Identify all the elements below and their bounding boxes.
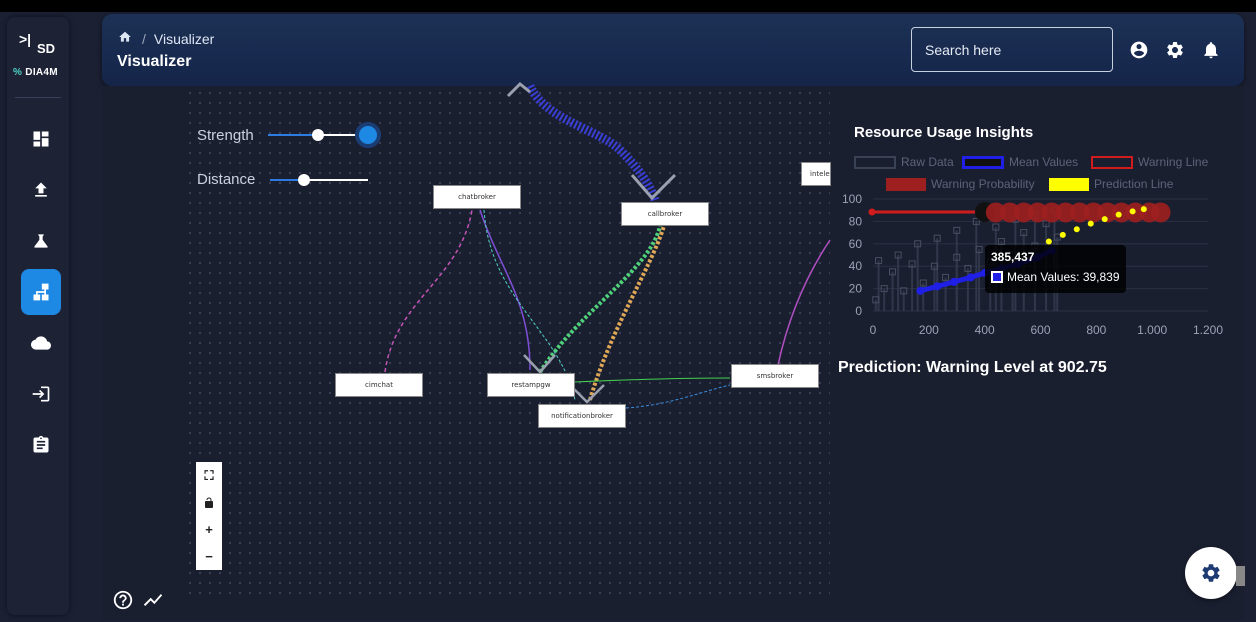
chart-title: Resource Usage Insights (854, 124, 1034, 141)
sidebar-item-visualizer[interactable] (21, 269, 61, 315)
prediction-text: Prediction: Warning Level at 902.75 (838, 359, 1107, 376)
brand-name: % DIA4M (13, 67, 58, 78)
account-icon[interactable] (1129, 40, 1149, 60)
page-title: Visualizer (117, 53, 192, 70)
zoom-in-button[interactable]: + (196, 516, 222, 543)
lock-icon (205, 497, 213, 508)
help-icon[interactable] (112, 589, 134, 611)
tooltip-title: 385,437 (991, 250, 1035, 264)
legend-prediction-line[interactable]: Prediction Line (1049, 177, 1173, 191)
breadcrumb-current[interactable]: Visualizer (154, 31, 214, 47)
breadcrumb-separator: / (142, 30, 146, 47)
analytics-icon[interactable] (142, 589, 164, 611)
node-smsbroker[interactable]: smsbroker (731, 364, 819, 388)
sidebar-item-reports[interactable] (21, 422, 61, 468)
distance-label: Distance (197, 171, 256, 188)
flask-icon (34, 234, 48, 248)
node-callbroker[interactable]: callbroker (621, 202, 709, 226)
strength-label: Strength (197, 127, 254, 144)
sidebar-item-login[interactable] (21, 371, 61, 417)
sidebar-item-dashboard[interactable] (21, 116, 61, 162)
dashboard-icon (33, 131, 49, 147)
legend-raw-data[interactable]: Raw Data (854, 155, 954, 169)
tooltip-body: Mean Values: 39,839 (991, 270, 1120, 284)
sidebar-divider (15, 97, 61, 98)
node-cimchat[interactable]: cimchat (335, 373, 423, 397)
hierarchy-icon (33, 283, 49, 301)
top-header: / Visualizer Visualizer (102, 14, 1244, 86)
drawer-tab[interactable] (1236, 566, 1245, 586)
zoom-controls: ⛶ + − (196, 462, 222, 570)
zoom-out-button[interactable]: − (196, 543, 222, 570)
sidebar-item-cloud[interactable] (21, 320, 61, 366)
breadcrumb: / Visualizer (118, 30, 214, 47)
node-restampgw[interactable]: restampgw (487, 373, 575, 397)
node-notificationbroker[interactable]: notificationbroker (538, 404, 626, 428)
settings-fab[interactable] (1185, 547, 1237, 599)
upload-icon (35, 182, 47, 197)
logo-mark: SD (37, 41, 56, 56)
app-root: >| SD % DIA4M / Visualizer Visualizer Se… (0, 12, 1256, 622)
logo: >| SD % DIA4M (7, 29, 69, 89)
login-icon (32, 386, 50, 402)
fit-view-button[interactable]: ⛶ (196, 462, 222, 489)
gear-icon (1202, 564, 1220, 582)
notifications-icon[interactable] (1201, 40, 1221, 60)
chart-tooltip: 385,437 Mean Values: 39,839 (985, 245, 1126, 293)
sidebar-item-experiments[interactable] (21, 218, 61, 264)
legend-warning-probability[interactable]: Warning Probability (886, 177, 1035, 191)
clipboard-icon (33, 435, 49, 453)
search-input[interactable] (911, 27, 1113, 72)
graph-grid (185, 88, 830, 598)
sidebar-item-upload[interactable] (21, 167, 61, 213)
node-intelep[interactable]: intelep (801, 162, 831, 186)
lock-button[interactable] (196, 489, 222, 516)
sidebar-toggle-icon[interactable]: >| (19, 31, 31, 47)
node-chatbroker[interactable]: chatbroker (433, 185, 521, 209)
settings-icon[interactable] (1165, 40, 1185, 60)
legend-warning-line[interactable]: Warning Line (1091, 155, 1208, 169)
cloud-icon (31, 336, 51, 350)
home-icon[interactable] (118, 30, 132, 47)
sidebar: >| SD % DIA4M (7, 17, 69, 615)
legend-mean-values[interactable]: Mean Values (962, 155, 1078, 169)
